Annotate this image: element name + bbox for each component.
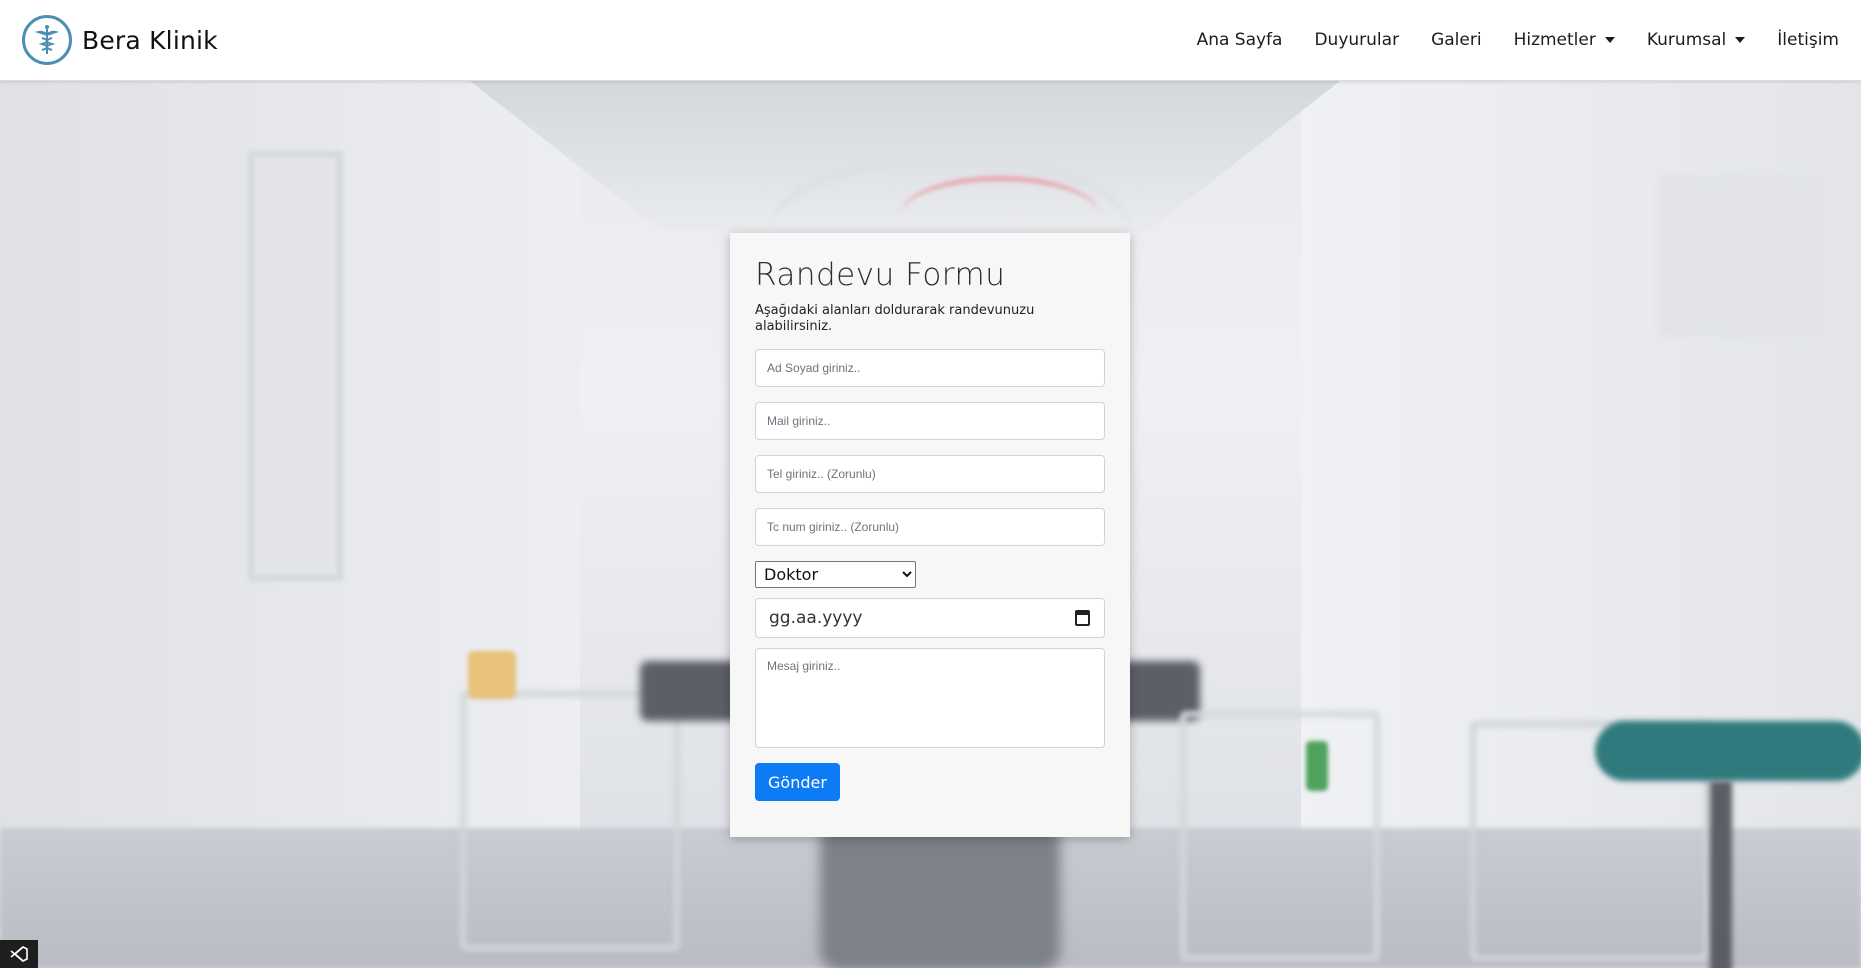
calendar-icon[interactable] [1075,610,1090,626]
nav-item-galeri[interactable]: Galeri [1431,30,1482,50]
bg-exam-chair-base [820,821,1060,968]
bg-cabinet [1660,176,1820,336]
nav-links: Ana Sayfa Duyurular Galeri Hizmetler Kur… [1197,30,1839,50]
appointment-form-card: Randevu Formu Aşağıdaki alanları doldura… [730,233,1130,837]
brand-link[interactable]: Bera Klinik [22,15,218,65]
bg-stool-leg [1710,781,1732,968]
visual-studio-icon [10,946,28,962]
date-placeholder: gg.aa.yyyy [769,608,863,628]
navbar: Bera Klinik Ana Sayfa Duyurular Galeri H… [0,0,1861,81]
form-subtitle: Aşağıdaki alanları doldurarak randevunuz… [755,303,1035,334]
corner-app-badge[interactable] [0,940,38,968]
caret-down-icon [1604,37,1615,43]
nav-item-hizmetler-dropdown[interactable]: Hizmetler [1514,30,1615,50]
caret-down-icon [1735,37,1746,43]
doctor-select[interactable]: Doktor [755,561,916,588]
nav-item-kurumsal-dropdown[interactable]: Kurumsal [1646,30,1746,50]
bg-window [248,151,343,581]
nav-item-label: Ana Sayfa [1196,30,1283,50]
brand-name: Bera Klinik [82,25,218,55]
bg-cart-left [460,691,680,951]
nav-item-label: Galeri [1431,30,1482,50]
bg-teal-stool [1595,721,1861,781]
bg-cart-middle [1180,711,1380,961]
name-input[interactable] [755,349,1105,387]
message-textarea[interactable] [755,648,1105,748]
nav-item-label: İletişim [1777,30,1839,50]
mail-input[interactable] [755,402,1105,440]
caduceus-icon [22,15,72,65]
nav-item-label: Hizmetler [1513,30,1596,50]
form-title: Randevu Formu [755,257,1006,293]
phone-input[interactable] [755,455,1105,493]
bg-yellow-box [468,651,516,699]
nav-item-iletisim[interactable]: İletişim [1777,30,1839,50]
submit-button[interactable]: Gönder [755,763,840,801]
nav-item-ana-sayfa[interactable]: Ana Sayfa [1197,30,1283,50]
nav-item-duyurular[interactable]: Duyurular [1314,30,1399,50]
date-input[interactable]: gg.aa.yyyy [755,598,1105,638]
tc-number-input[interactable] [755,508,1105,546]
nav-item-label: Duyurular [1314,30,1400,50]
nav-item-label: Kurumsal [1646,30,1727,50]
bg-green-bottle [1306,741,1328,791]
